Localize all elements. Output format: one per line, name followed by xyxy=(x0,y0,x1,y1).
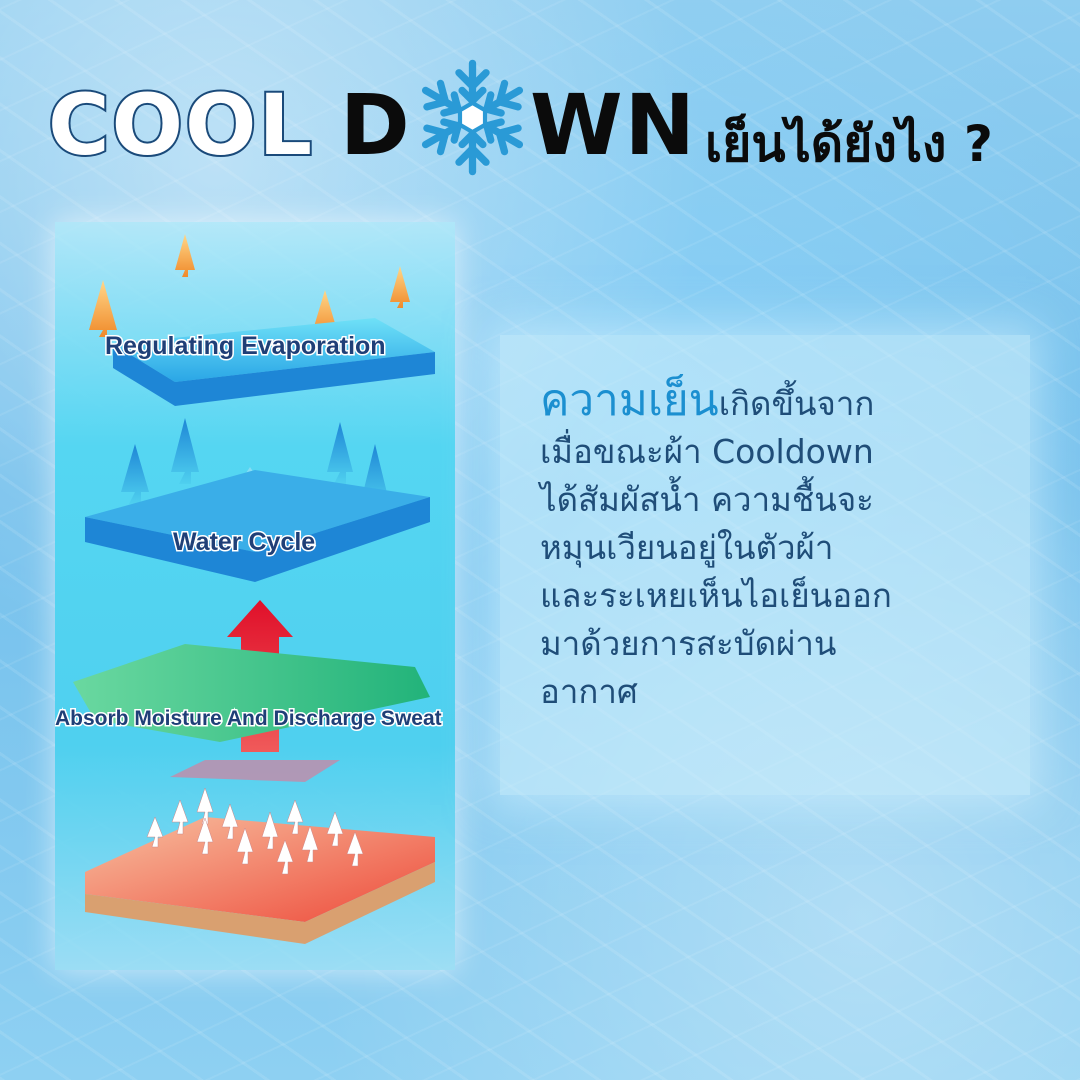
description-text: ความเย็นเกิดขึ้นจาก เมื่อขณะผ้า Cooldown… xyxy=(540,377,1010,716)
description-line: ความเย็นเกิดขึ้นจาก xyxy=(540,377,1010,428)
snowflake-icon xyxy=(410,59,535,180)
description-line: เมื่อขณะผ้า Cooldown xyxy=(540,432,874,471)
description-line: และระเหยเห็นไอเย็นออก xyxy=(540,576,892,615)
description-line: มาด้วยการสะบัดผ่าน xyxy=(540,624,837,663)
absorb-layer: Absorb Moisture And Discharge Sweat xyxy=(55,644,443,782)
fabric-layer-diagram: Regulating Evaporation Water Cycle Absor… xyxy=(55,222,455,970)
page-title: COOL D WN เย็นได้ยังไง ? xyxy=(40,55,1050,185)
description-line: หมุนเวียนอยู่ในตัวผ้า xyxy=(540,528,834,567)
evaporation-layer: Regulating Evaporation xyxy=(104,318,435,406)
skin-layer xyxy=(85,817,435,944)
layer-label-water-cycle: Water Cycle xyxy=(173,528,315,556)
description-line: ได้สัมผัสน้ำ ความชื้นจะ xyxy=(540,480,874,519)
description-line: อากาศ xyxy=(540,672,638,711)
title-wn: WN xyxy=(530,76,697,174)
line-1-rest: เกิดขึ้นจาก xyxy=(718,384,875,423)
layer-label-absorb: Absorb Moisture And Discharge Sweat xyxy=(55,707,442,730)
title-d: D xyxy=(340,76,412,174)
layer-label-evaporation: Regulating Evaporation xyxy=(105,332,386,360)
highlight-word: ความเย็น xyxy=(540,375,719,426)
description-card: ความเย็นเกิดขึ้นจาก เมื่อขณะผ้า Cooldown… xyxy=(500,335,1030,795)
title-question: เย็นได้ยังไง ? xyxy=(705,115,993,173)
title-cool: COOL xyxy=(46,76,314,174)
